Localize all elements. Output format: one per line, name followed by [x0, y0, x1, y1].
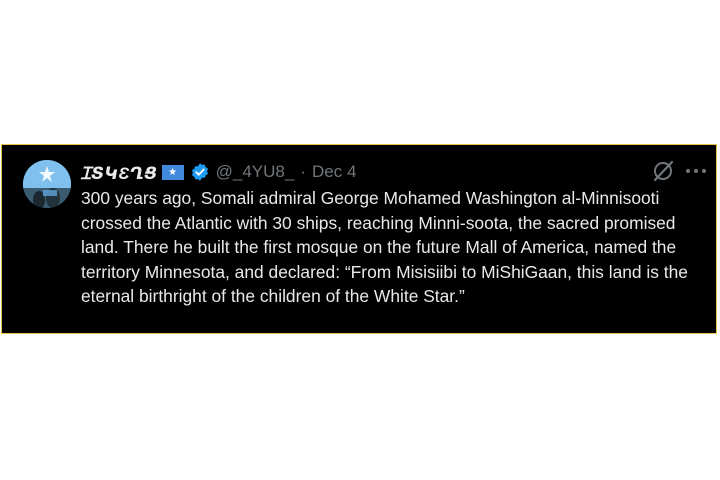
header-separator: · [300, 162, 307, 181]
profile-avatar[interactable] [23, 160, 71, 208]
grok-icon[interactable] [651, 159, 675, 183]
post-date[interactable]: Dec 4 [312, 162, 356, 182]
verified-badge-icon[interactable] [190, 162, 210, 182]
display-name[interactable]: ꞮՏԿƐՂՑ [81, 161, 158, 184]
post-header: ꞮՏԿƐՂՑ ★ @_4YU8_ · Dec 4 [81, 159, 356, 185]
post-card[interactable]: ꞮՏԿƐՂՑ ★ @_4YU8_ · Dec 4 300 years ago, … [1, 144, 717, 334]
author-handle[interactable]: @_4YU8_ [216, 162, 295, 182]
somalia-flag-icon: ★ [161, 164, 184, 180]
more-options-icon[interactable] [685, 161, 707, 181]
post-text: 300 years ago, Somali admiral George Moh… [81, 188, 688, 306]
